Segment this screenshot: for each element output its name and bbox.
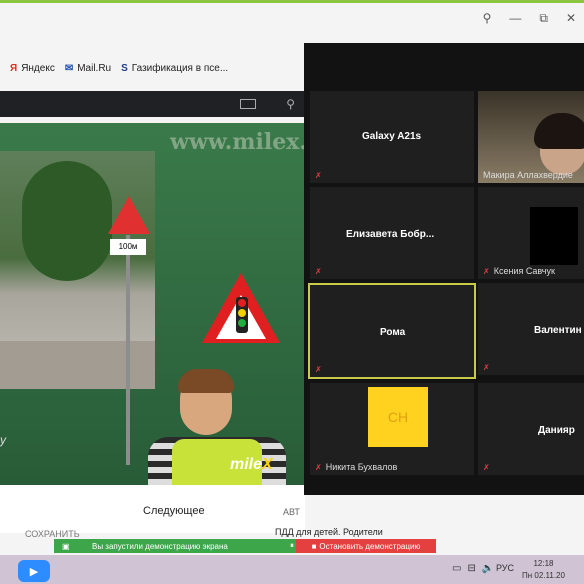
notification-icon[interactable]: ▭ bbox=[452, 563, 461, 574]
share-screen-icon: ▣ bbox=[62, 541, 70, 551]
clock-time: 12:18 bbox=[533, 559, 554, 568]
traffic-light-icon bbox=[236, 297, 248, 333]
mic-muted-icon: ✗ bbox=[483, 463, 490, 472]
zoom-app-icon[interactable]: ▶ bbox=[18, 560, 50, 582]
street-photo bbox=[0, 151, 155, 389]
mic-muted-icon: ✗ bbox=[315, 171, 322, 180]
clock-date: Пн 02.11.20 bbox=[522, 571, 565, 580]
video-info-area: Следующее АВТ ПДД для детей. Родители СО… bbox=[0, 485, 383, 539]
screen-share-status-bar: ▣ Вы запустили демонстрацию экрана ⏸ bbox=[54, 539, 304, 553]
bookmark-gasification[interactable]: S Газификация в псе... bbox=[121, 63, 228, 74]
sign-post bbox=[126, 235, 130, 465]
children-crossing-sign-icon bbox=[108, 196, 150, 234]
bookmarks-bar: Я Яндекс ✉ Mail.Ru S Газификация в псе..… bbox=[0, 55, 315, 81]
screenshot-frame: ⚲ — ⧉ ✕ Я Яндекс ✉ Mail.Ru S Газификация… bbox=[0, 0, 584, 584]
maximize-button[interactable]: ⧉ bbox=[539, 11, 548, 26]
language-indicator[interactable]: РУС bbox=[496, 563, 514, 573]
zoom-gallery-panel: Galaxy A21s ✗ Макира Аллахвердие Елизаве… bbox=[304, 43, 584, 495]
participant-tile[interactable]: ✗ Ксения Савчук bbox=[478, 187, 584, 279]
participant-tile[interactable]: Макира Аллахвердие bbox=[478, 91, 584, 183]
up-next-label: Следующее bbox=[143, 505, 205, 517]
windows-taskbar: ▶ ▭ ⊟ 🔈 РУС 12:18 Пн 02.11.20 bbox=[0, 555, 584, 584]
mail-icon: ✉ bbox=[64, 62, 74, 74]
bookmark-yandex[interactable]: Я Яндекс bbox=[10, 63, 55, 74]
participant-caption: ✗ Ксения Савчук bbox=[483, 266, 555, 276]
autoplay-label[interactable]: АВТ bbox=[283, 507, 300, 517]
sign-plate: 100м bbox=[110, 239, 146, 255]
participant-name: Данияр bbox=[538, 425, 575, 436]
network-icon[interactable]: ⊟ bbox=[467, 563, 475, 574]
participant-tile[interactable]: CH ✗ Никита Бухвалов bbox=[310, 383, 474, 475]
window-controls: ⚲ — ⧉ ✕ bbox=[483, 11, 576, 26]
participant-tile[interactable]: Данияр ✗ bbox=[478, 383, 584, 475]
bookmark-label: Яндекс bbox=[21, 62, 55, 74]
yandex-icon: Я bbox=[10, 62, 18, 74]
keyboard-icon[interactable] bbox=[240, 99, 257, 109]
participant-caption: Макира Аллахвердие bbox=[483, 170, 573, 180]
participant-tile[interactable]: Galaxy A21s ✗ bbox=[310, 91, 474, 183]
search-icon[interactable]: ⚲ bbox=[483, 11, 492, 26]
participant-name: Рома bbox=[380, 327, 406, 338]
system-tray: ▭ ⊟ 🔈 bbox=[452, 563, 494, 574]
participant-name: Galaxy A21s bbox=[362, 131, 422, 142]
related-video-title[interactable]: ПДД для детей. Родители bbox=[275, 527, 383, 537]
webcam-video bbox=[530, 207, 578, 265]
search-icon[interactable]: ⚲ bbox=[286, 97, 295, 111]
close-button[interactable]: ✕ bbox=[566, 11, 576, 26]
stop-share-label: Остановить демонстрацию bbox=[319, 541, 421, 551]
participant-name: Елизавета Бобр... bbox=[346, 229, 435, 240]
minimize-button[interactable]: — bbox=[509, 11, 521, 26]
mic-muted-icon: ✗ bbox=[315, 267, 322, 276]
participant-tile[interactable]: Елизавета Бобр... ✗ bbox=[310, 187, 474, 279]
pause-icon[interactable]: ⏸ bbox=[290, 541, 294, 551]
tree bbox=[22, 161, 112, 281]
bookmark-label: Газификация в псе... bbox=[131, 62, 229, 74]
video-player[interactable]: www.milex.b 100м mileX y bbox=[0, 123, 305, 485]
mic-muted-icon: ✗ bbox=[315, 365, 322, 374]
mic-muted-icon: ✗ bbox=[483, 363, 490, 372]
youtube-search-bar[interactable]: ⚲ bbox=[0, 91, 305, 117]
save-button[interactable]: СОХРАНИТЬ bbox=[25, 529, 80, 539]
milex-logo: mileX bbox=[230, 456, 273, 473]
stop-share-button[interactable]: ■ Остановить демонстрацию bbox=[296, 539, 436, 553]
participant-name: Валентин bbox=[534, 325, 582, 336]
bookmark-mailru[interactable]: ✉ Mail.Ru bbox=[65, 63, 111, 74]
volume-icon[interactable]: 🔈 bbox=[482, 563, 494, 574]
video-watermark: www.milex.b bbox=[170, 129, 305, 155]
share-status-text: Вы запустили демонстрацию экрана bbox=[92, 541, 228, 551]
clock[interactable]: 12:18 Пн 02.11.20 bbox=[522, 558, 565, 582]
video-text-fragment: y bbox=[0, 433, 6, 447]
bookmark-label: Mail.Ru bbox=[77, 62, 112, 74]
road bbox=[0, 341, 155, 389]
site-icon: S bbox=[121, 62, 128, 74]
stop-icon: ■ bbox=[311, 541, 317, 551]
participant-avatar: CH bbox=[368, 387, 428, 447]
participant-tile-active-speaker[interactable]: Рома ✗ bbox=[308, 283, 476, 379]
participant-tile[interactable]: Валентин ✗ bbox=[478, 283, 584, 375]
participant-caption: ✗ Никита Бухвалов bbox=[315, 462, 398, 472]
